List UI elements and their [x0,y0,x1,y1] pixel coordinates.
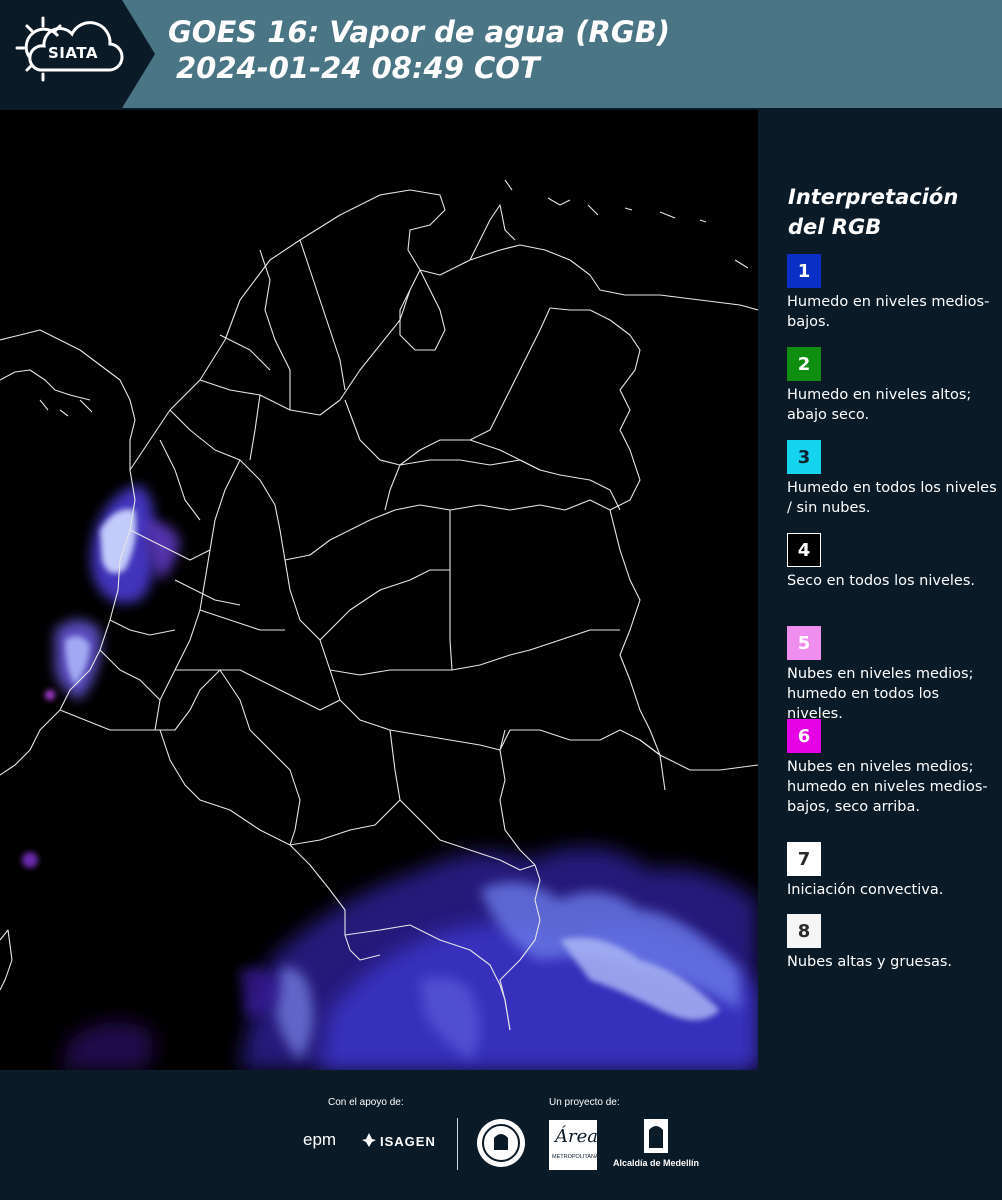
legend-item-4: 4 Seco en todos los niveles. [787,533,997,591]
siata-logo: SIATA [0,0,155,108]
legend-description-3: Humedo en todos los niveles / sin nubes. [787,480,997,516]
footer-divider [457,1118,458,1170]
legend-item-7: 7 Iniciación convectiva. [787,842,997,900]
legend-swatch-2: 2 [787,347,821,381]
legend-item-3: 3 Humedo en todos los niveles / sin nubes… [787,440,997,518]
legend-description-1: Humedo en niveles medios-bajos. [787,294,990,330]
isagen-logo: ISAGEN [380,1134,436,1149]
siata-logo-text: SIATA [48,44,99,62]
legend-item-6: 6 Nubes en niveles medios; humedo en nive… [787,719,997,817]
legend-swatch-7: 7 [787,842,821,876]
satellite-map [0,110,758,1070]
title-line-2: 2024-01-24 08:49 COT [176,51,540,85]
legend-description-5: Nubes en niveles medios; humedo en todos… [787,666,974,722]
legend-title: Interpretación del RGB [788,185,959,239]
legend-description-7: Iniciación convectiva. [787,882,944,898]
legend-swatch-6: 6 [787,719,821,753]
gobernacion-seal-logo-icon [477,1119,525,1167]
legend-swatch-5: 5 [787,626,821,660]
legend-swatch-4: 4 [787,533,821,567]
footer: Con el apoyo de: Un proyecto de: epm ISA… [0,1070,1002,1200]
page-title: GOES 16: Vapor de agua (RGB) 2024-01-24 … [168,14,670,86]
alcaldia-medellin-logo-icon [644,1119,668,1153]
alcaldia-medellin-logo: Alcaldía de Medellín [613,1158,700,1168]
legend-description-4: Seco en todos los niveles. [787,573,975,589]
project-label: Un proyecto de: [549,1097,620,1108]
map-canvas [0,110,758,1070]
legend-item-5: 5 Nubes en niveles medios; humedo en todo… [787,626,997,724]
legend-item-8: 8 Nubes altas y gruesas. [787,914,997,972]
legend-description-6: Nubes en niveles medios; humedo en nivel… [787,759,988,815]
legend-swatch-3: 3 [787,440,821,474]
legend-swatch-8: 8 [787,914,821,948]
legend-item-1: 1 Humedo en niveles medios-bajos. [787,254,997,332]
legend-description-8: Nubes altas y gruesas. [787,954,953,970]
legend-item-2: 2 Humedo en niveles altos; abajo seco. [787,347,997,425]
area-logo-subtext: METROPOLITANA [552,1154,599,1160]
header: SIATA GOES 16: Vapor de agua (RGB) 2024-… [0,0,1002,108]
legend-swatch-1: 1 [787,254,821,288]
rgb-legend: Interpretación del RGB 1 Humedo en nivele… [760,110,1002,1070]
isagen-logo-icon [362,1133,376,1147]
legend-description-2: Humedo en niveles altos; abajo seco. [787,387,972,423]
epm-logo: epm [303,1130,337,1149]
area-logo-text: Área [555,1126,598,1147]
support-label: Con el apoyo de: [328,1097,404,1108]
area-metropolitana-logo: Área METROPOLITANA [549,1120,599,1170]
title-line-1: GOES 16: Vapor de agua (RGB) [168,15,671,49]
